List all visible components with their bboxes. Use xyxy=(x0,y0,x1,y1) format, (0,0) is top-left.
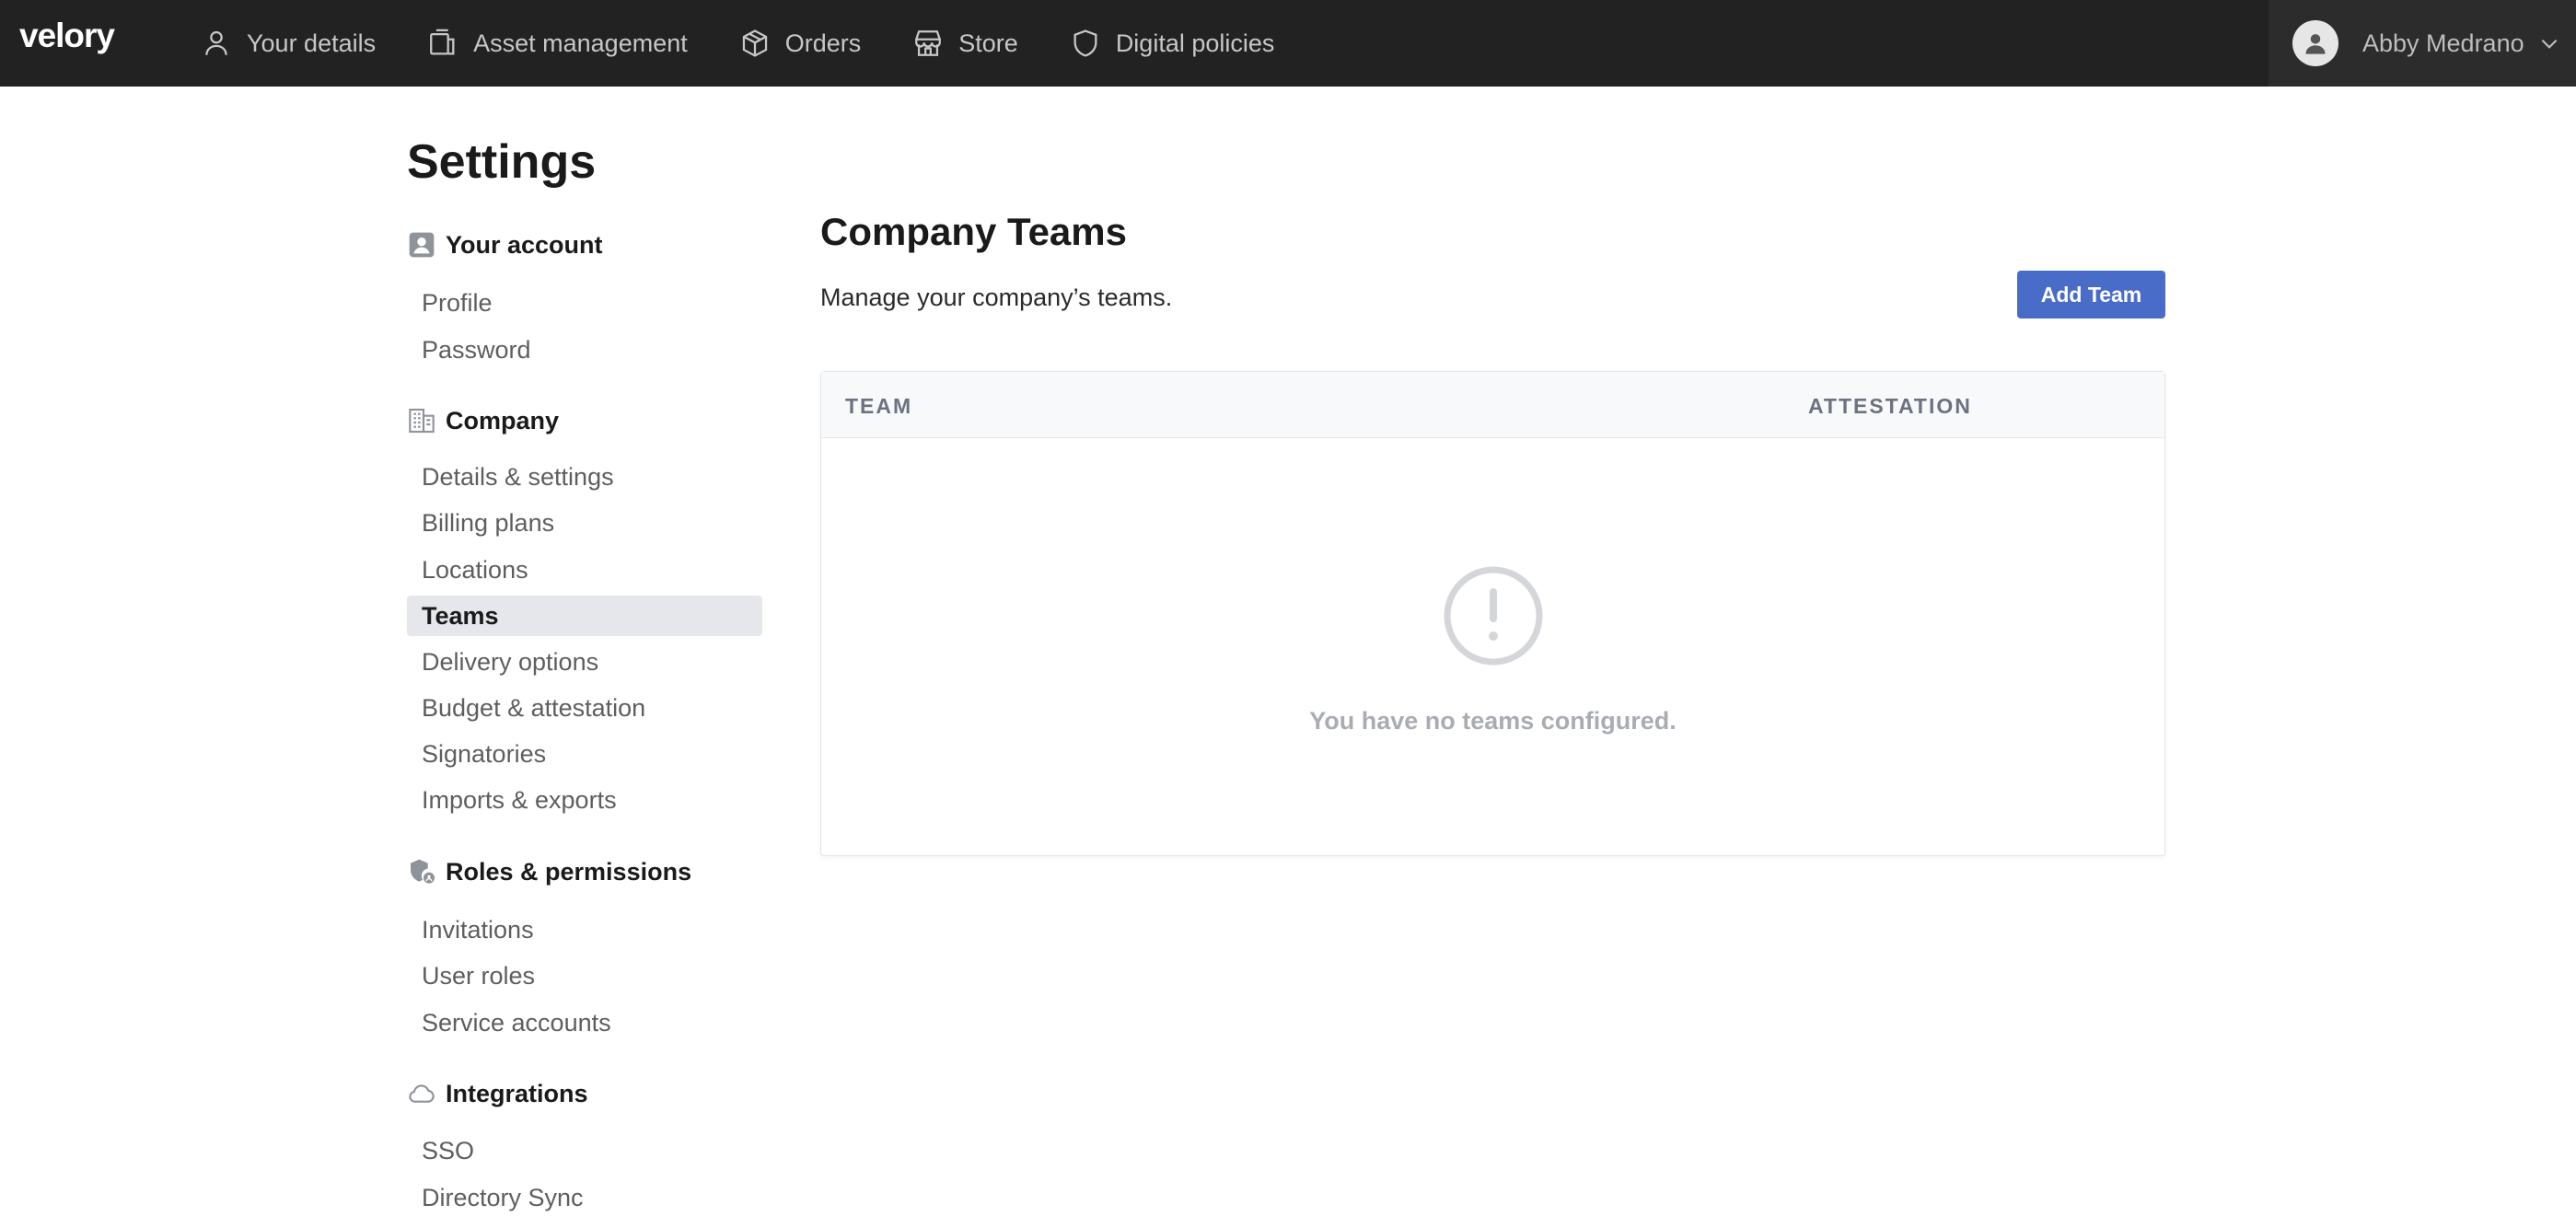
sidebar-item-details-settings[interactable]: Details & settings xyxy=(407,457,762,497)
nav-your-details[interactable]: Your details xyxy=(201,28,376,59)
top-navigation-bar: velory Your details Asset management Ord… xyxy=(0,0,2576,87)
shield-icon xyxy=(1073,29,1097,57)
section-integrations: Integrations xyxy=(407,1079,588,1108)
nav-label: Your details xyxy=(247,29,377,57)
main-nav: Your details Asset management Orders Sto… xyxy=(201,0,1326,87)
sidebar-item-directory-sync[interactable]: Directory Sync xyxy=(407,1177,762,1218)
sidebar-item-billing-plans[interactable]: Billing plans xyxy=(407,503,762,543)
nav-label: Asset management xyxy=(473,29,688,57)
section-title: Integrations xyxy=(446,1079,588,1107)
sidebar-item-delivery-options[interactable]: Delivery options xyxy=(407,642,762,682)
nav-label: Orders xyxy=(784,29,862,57)
asset-icon xyxy=(430,29,455,55)
sidebar-item-profile[interactable]: Profile xyxy=(407,283,762,323)
sidebar-item-teams[interactable]: Teams xyxy=(407,596,762,636)
nav-label: Store xyxy=(958,29,1018,57)
person-icon xyxy=(205,30,227,55)
exclamation-circle-icon xyxy=(1444,566,1543,666)
nav-label: Digital policies xyxy=(1115,29,1275,57)
chevron-down-icon xyxy=(2541,39,2557,49)
empty-state-message: You have no teams configured. xyxy=(1309,707,1677,735)
section-company: Company xyxy=(407,406,559,435)
shield-lock-icon xyxy=(411,859,435,884)
user-avatar-icon xyxy=(2305,34,2326,54)
user-name: Abby Medrano xyxy=(2362,29,2524,57)
nav-store[interactable]: Store xyxy=(912,28,1018,59)
avatar xyxy=(2292,20,2338,66)
sidebar-item-budget-attestation[interactable]: Budget & attestation xyxy=(407,688,762,728)
box-icon xyxy=(742,29,767,57)
store-icon xyxy=(915,30,942,56)
account-icon xyxy=(409,232,435,258)
section-roles-permissions: Roles & permissions xyxy=(407,857,691,886)
sidebar-item-user-roles[interactable]: User roles xyxy=(407,956,762,996)
company-teams-subtitle: Manage your company’s teams. xyxy=(820,284,1173,311)
cloud-icon xyxy=(409,1084,435,1103)
section-title: Your account xyxy=(446,230,603,259)
sidebar-item-sso[interactable]: SSO xyxy=(407,1130,762,1171)
section-title: Roles & permissions xyxy=(446,857,692,886)
sidebar-item-password[interactable]: Password xyxy=(407,330,762,370)
building-icon xyxy=(409,408,435,434)
sidebar-item-signatories[interactable]: Signatories xyxy=(407,734,762,774)
user-menu[interactable]: Abby Medrano xyxy=(2269,0,2576,87)
company-teams-title: Company Teams xyxy=(820,210,1127,253)
sidebar-item-imports-exports[interactable]: Imports & exports xyxy=(407,780,762,820)
column-header-team[interactable]: TEAM xyxy=(845,394,912,419)
sidebar-item-service-accounts[interactable]: Service accounts xyxy=(407,1002,762,1043)
column-header-attestation[interactable]: ATTESTATION xyxy=(1808,394,1972,419)
nav-orders[interactable]: Orders xyxy=(739,28,862,59)
sidebar-item-invitations[interactable]: Invitations xyxy=(407,909,762,950)
teams-table: TEAM ATTESTATION You have no teams confi… xyxy=(820,371,2165,856)
section-your-account: Your account xyxy=(407,230,603,260)
velory-logo[interactable]: velory xyxy=(19,17,115,55)
nav-asset-management[interactable]: Asset management xyxy=(427,28,688,59)
page-title: Settings xyxy=(407,135,597,189)
sidebar-item-locations[interactable]: Locations xyxy=(407,550,762,590)
add-team-button[interactable]: Add Team xyxy=(2017,271,2165,319)
nav-digital-policies[interactable]: Digital policies xyxy=(1070,28,1275,59)
table-header: TEAM ATTESTATION xyxy=(821,372,2164,438)
section-title: Company xyxy=(446,406,560,434)
